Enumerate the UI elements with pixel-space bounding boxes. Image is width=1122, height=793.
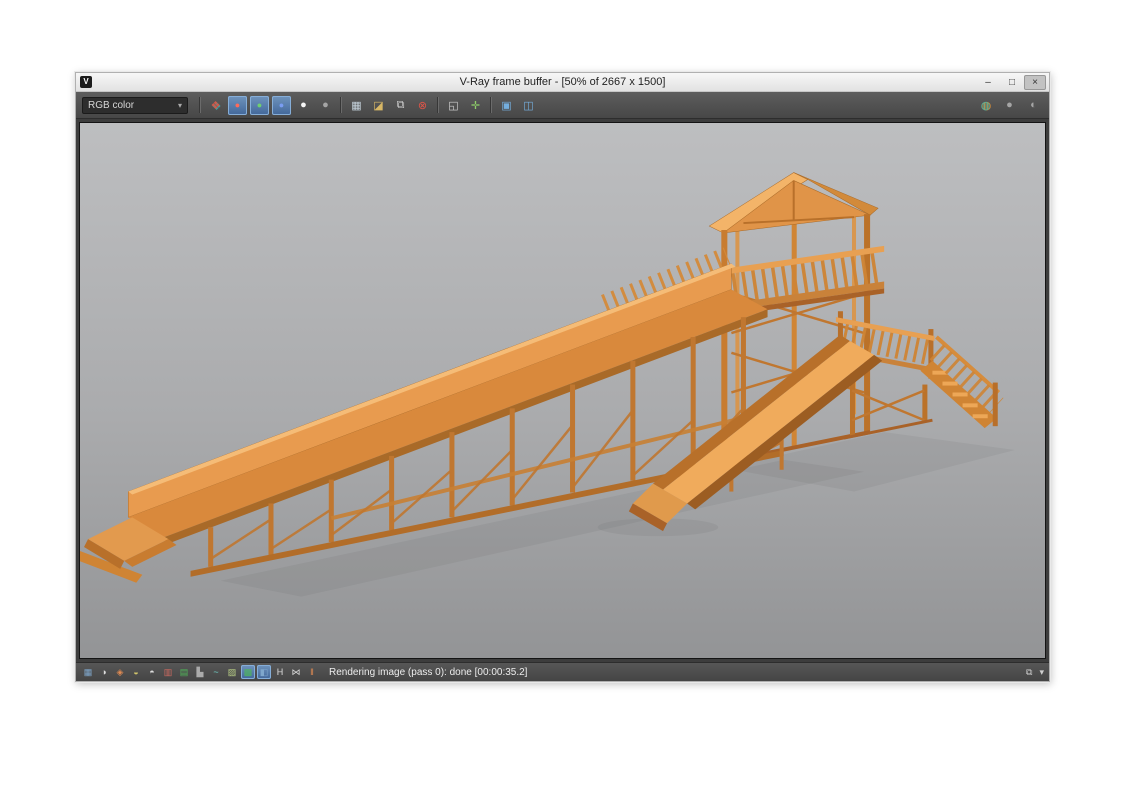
- close-button[interactable]: ×: [1024, 74, 1046, 90]
- exposure-icon[interactable]: ◒: [129, 665, 143, 679]
- toolbar-separator: [490, 97, 492, 113]
- toolbar-right-group: ◍ ● ◐: [976, 96, 1043, 115]
- collapse-icon[interactable]: ▾: [1039, 667, 1044, 678]
- force-color-clamping-icon[interactable]: ▦: [81, 665, 95, 679]
- pixel-information-button[interactable]: ◫: [519, 96, 538, 115]
- vray-frame-buffer-window: V V-Ray frame buffer - [50% of 2667 x 15…: [75, 72, 1050, 682]
- white-balance-icon[interactable]: ◓: [145, 665, 159, 679]
- green-channel-button[interactable]: ●: [250, 95, 269, 115]
- toolbar-separator: [437, 97, 439, 113]
- track-mouse-button[interactable]: ✛: [466, 96, 485, 115]
- render-status-text: Rendering image (pass 0): done [00:00:35…: [329, 666, 528, 678]
- channel-select-dropdown[interactable]: RGB color ▾: [82, 96, 188, 114]
- duplicate-to-host-button[interactable]: ⧉: [391, 96, 410, 115]
- view-channels-icon[interactable]: ❖: [206, 96, 225, 115]
- background-image-icon[interactable]: ▨: [225, 665, 239, 679]
- toolbar-separator: [340, 97, 342, 113]
- color-balance-icon[interactable]: ▤: [177, 665, 191, 679]
- clear-image-button[interactable]: ⊗: [413, 96, 432, 115]
- red-channel-button[interactable]: ●: [228, 95, 247, 115]
- render-last-button[interactable]: ◍: [976, 96, 995, 115]
- toolbar-separator: [199, 97, 201, 113]
- pixel-info-icon[interactable]: ◈: [113, 665, 127, 679]
- channel-select-value: RGB color: [88, 99, 135, 111]
- levels-icon[interactable]: ▙: [193, 665, 207, 679]
- render-viewport[interactable]: [76, 119, 1049, 662]
- curves-icon[interactable]: ~: [209, 665, 223, 679]
- ocio-icon[interactable]: ◧: [257, 665, 271, 679]
- save-image-button[interactable]: ▦: [347, 96, 366, 115]
- statusbar-right-group: ⧉ ▾: [1026, 667, 1044, 678]
- load-image-button[interactable]: ◪: [369, 96, 388, 115]
- rendered-image[interactable]: [79, 122, 1046, 659]
- maximize-button[interactable]: □: [1000, 75, 1024, 90]
- hue-saturation-icon[interactable]: ▥: [161, 665, 175, 679]
- ab-split-icon[interactable]: ‖: [305, 665, 319, 679]
- lens-effects-button[interactable]: ●: [1000, 96, 1019, 115]
- main-toolbar: RGB color ▾ ❖ ● ● ● ● ● ▦ ◪ ⧉ ⊗ ◱ ✛ ▣ ◫ …: [76, 92, 1049, 119]
- detach-icon[interactable]: ⧉: [1026, 667, 1032, 678]
- alpha-channel-button[interactable]: ●: [294, 96, 313, 115]
- window-titlebar[interactable]: V V-Ray frame buffer - [50% of 2667 x 15…: [76, 73, 1049, 92]
- show-corrections-button[interactable]: ▣: [497, 96, 516, 115]
- status-bar: ▦ ◑ ◈ ◒ ◓ ▥ ▤ ▙ ~ ▨ ▩ ◧ H ⋈ ‖ Rendering …: [76, 662, 1049, 681]
- rendered-image-svg: [80, 172, 1015, 597]
- vfb-settings-button[interactable]: ◐: [1024, 96, 1043, 115]
- lut-icon[interactable]: ▩: [241, 665, 255, 679]
- history-icon[interactable]: H: [273, 665, 287, 679]
- small-slide: [628, 335, 883, 532]
- window-title: V-Ray frame buffer - [50% of 2667 x 1500…: [459, 76, 666, 88]
- monochrome-button[interactable]: ●: [316, 96, 335, 115]
- vray-logo-icon: V: [80, 76, 92, 88]
- region-render-button[interactable]: ◱: [444, 96, 463, 115]
- compare-icon[interactable]: ⋈: [289, 665, 303, 679]
- view-clamped-colors-icon[interactable]: ◑: [97, 665, 111, 679]
- minimize-button[interactable]: –: [976, 75, 1000, 90]
- window-controls: – □ ×: [976, 74, 1049, 90]
- blue-channel-button[interactable]: ●: [272, 95, 291, 115]
- dropdown-arrow-icon: ▾: [177, 100, 182, 110]
